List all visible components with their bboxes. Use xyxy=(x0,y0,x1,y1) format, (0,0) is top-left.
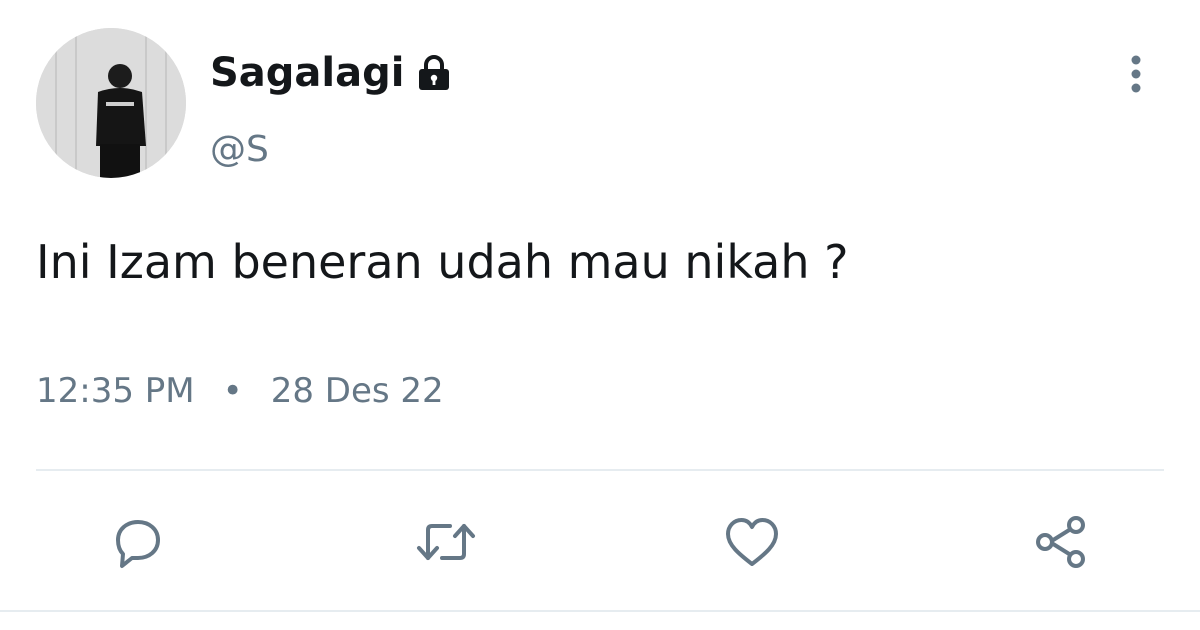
tweet-card: Sagalagi @S Ini Izam beneran udah mau ni… xyxy=(0,0,1200,630)
retweet-button[interactable] xyxy=(416,512,476,572)
avatar-photo xyxy=(36,28,186,178)
like-button[interactable] xyxy=(722,512,782,572)
display-name[interactable]: Sagalagi xyxy=(210,48,452,98)
tweet-metadata: 12:35 PM • 28 Des 22 xyxy=(36,366,444,416)
reply-icon xyxy=(116,520,160,568)
divider-bottom xyxy=(0,610,1200,612)
user-handle[interactable]: @S xyxy=(210,128,269,172)
share-button[interactable] xyxy=(1032,512,1092,572)
lock-icon xyxy=(416,54,452,92)
more-vertical-icon xyxy=(1131,55,1141,93)
meta-separator: • xyxy=(222,371,243,411)
display-name-text: Sagalagi xyxy=(210,50,405,96)
share-icon xyxy=(1036,516,1085,568)
reply-button[interactable] xyxy=(108,512,168,572)
tweet-time[interactable]: 12:35 PM xyxy=(36,366,195,416)
tweet-date[interactable]: 28 Des 22 xyxy=(271,366,444,416)
tweet-text: Ini Izam beneran udah mau nikah ? xyxy=(36,235,849,289)
heart-icon xyxy=(726,518,778,566)
divider xyxy=(36,469,1164,471)
retweet-icon xyxy=(417,524,475,560)
avatar[interactable] xyxy=(36,28,186,178)
more-options-button[interactable] xyxy=(1118,50,1154,98)
